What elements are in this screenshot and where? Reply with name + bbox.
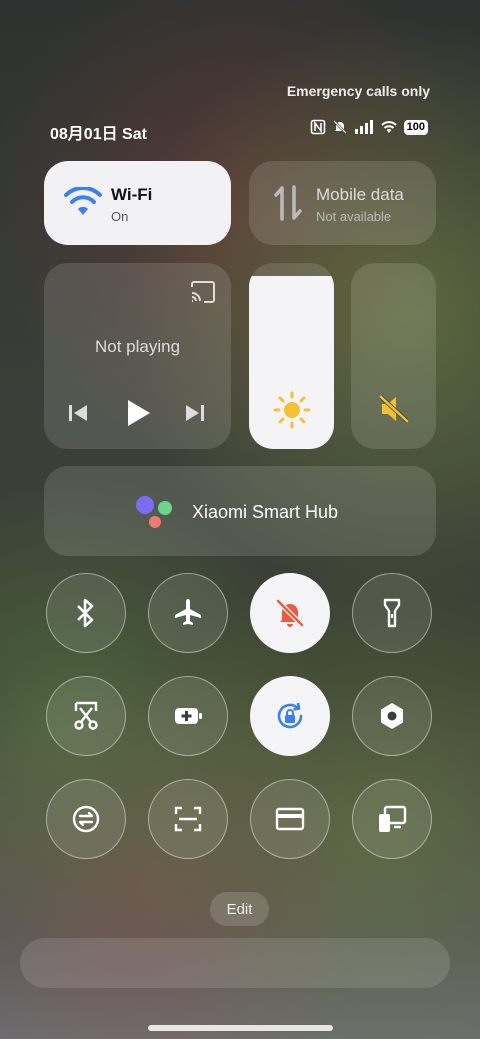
toggle-rotation-lock[interactable] (250, 676, 330, 756)
battery-icon: 100 (403, 119, 428, 135)
toggle-settings[interactable] (352, 676, 432, 756)
toggle-battery-saver[interactable] (148, 676, 228, 756)
scan-icon (174, 806, 202, 832)
status-icons: 100 (310, 119, 428, 135)
wifi-icon (380, 121, 397, 133)
toggle-flashlight[interactable] (352, 573, 432, 653)
network-status: Emergency calls only (286, 83, 430, 99)
smart-hub-label: Xiaomi Smart Hub (192, 502, 339, 522)
wifi-subtitle: On (111, 209, 129, 224)
toggle-cast-devices[interactable] (352, 779, 432, 859)
toggle-card[interactable] (250, 779, 330, 859)
toggle-sync[interactable] (46, 779, 126, 859)
airplane-icon (175, 599, 201, 625)
hex-gear-icon (381, 703, 403, 729)
card-icon (275, 807, 305, 831)
media-player-tile[interactable]: Not playing (44, 263, 231, 449)
media-status: Not playing (94, 337, 181, 356)
flashlight-icon (383, 598, 401, 628)
volume-muted-icon (379, 395, 409, 423)
notification-placeholder (20, 938, 450, 988)
mute-icon (332, 120, 347, 134)
wifi-title: Wi-Fi (111, 185, 153, 204)
volume-slider[interactable] (351, 263, 436, 449)
brightness-slider[interactable] (249, 263, 334, 449)
scissors-icon (74, 701, 98, 730)
edit-button[interactable]: Edit (210, 892, 269, 926)
toggle-bluetooth[interactable] (46, 573, 126, 653)
sun-icon (273, 391, 311, 429)
date-label: 08月01日 Sat (50, 126, 147, 143)
wifi-icon (64, 187, 102, 215)
smart-hub-tile[interactable]: Xiaomi Smart Hub (44, 466, 436, 556)
mobile-data-tile[interactable]: Mobile data Not available (249, 161, 436, 245)
cast-icon[interactable] (190, 281, 216, 303)
bluetooth-icon (77, 598, 94, 628)
battery-plus-icon (175, 708, 202, 724)
signal-icon (354, 120, 373, 134)
nfc-icon (310, 119, 325, 135)
sync-icon (72, 805, 100, 833)
next-icon[interactable] (185, 403, 205, 423)
play-icon[interactable] (126, 398, 152, 428)
devices-icon (379, 805, 407, 832)
mobile-data-title: Mobile data (316, 185, 404, 204)
bell-off-icon (276, 599, 304, 627)
data-arrows-icon (274, 185, 302, 221)
toggle-screenshot[interactable] (46, 676, 126, 756)
smart-hub-icon (136, 496, 172, 528)
wifi-tile[interactable]: Wi-Fi On (44, 161, 231, 245)
toggle-scanner[interactable] (148, 779, 228, 859)
toggle-silent[interactable] (250, 573, 330, 653)
toggle-airplane[interactable] (148, 573, 228, 653)
rotation-lock-icon (277, 702, 303, 729)
home-indicator[interactable] (148, 1025, 333, 1031)
previous-icon[interactable] (68, 403, 88, 423)
mobile-data-subtitle: Not available (316, 209, 392, 224)
